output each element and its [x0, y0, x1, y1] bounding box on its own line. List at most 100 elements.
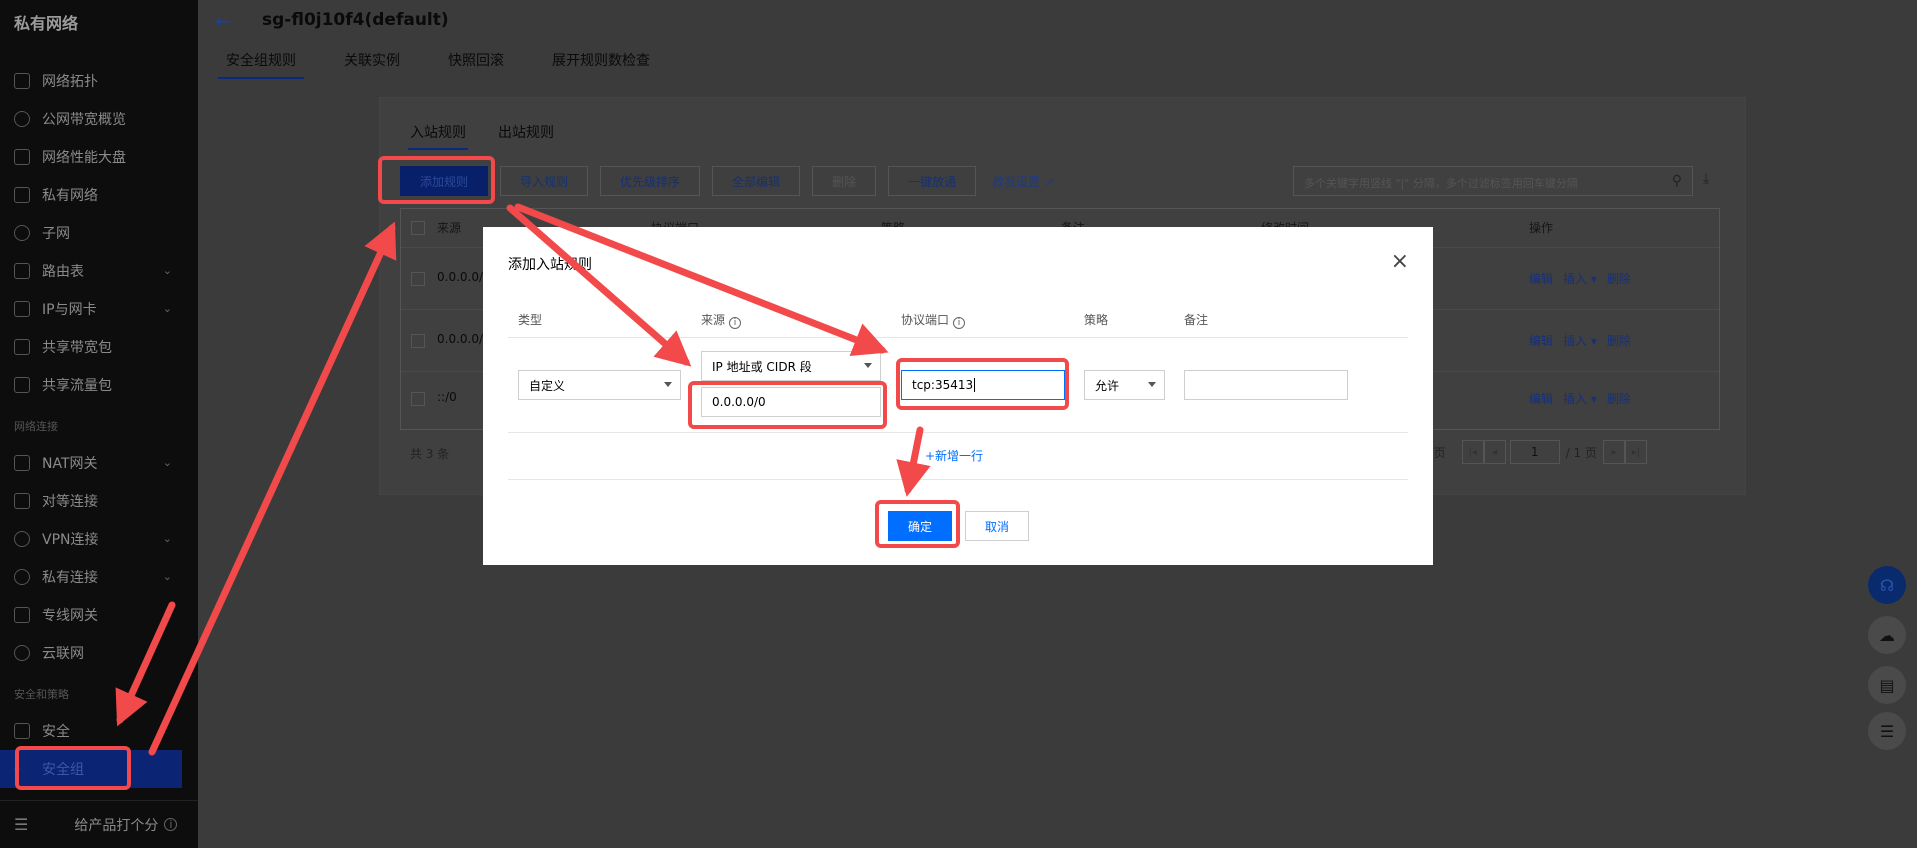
next-page-icon[interactable]: ▸	[1603, 440, 1625, 464]
one-click-open-button[interactable]: 一键放通	[888, 166, 977, 196]
tab-rule-count-check[interactable]: 展开规则数检查	[544, 48, 658, 79]
sidebar-item-vpc[interactable]: 私有网络	[0, 176, 182, 214]
cloud-icon[interactable]: ☁	[1868, 616, 1906, 654]
add-rule-button[interactable]: 添加规则	[400, 166, 489, 196]
edit-link[interactable]: 编辑	[1529, 390, 1553, 407]
sidebar-item-dashboard[interactable]: 网络性能大盘	[0, 138, 182, 176]
shared-bandwidth-icon	[14, 339, 30, 355]
tab-associated-instances[interactable]: 关联实例	[336, 48, 408, 79]
chevron-down-icon: ⌄	[162, 456, 172, 469]
column-header-actions: 操作	[1529, 221, 1554, 235]
delete-link[interactable]: 删除	[1607, 390, 1631, 407]
policy-select[interactable]: 允许	[1084, 370, 1165, 400]
row-source: ::/0	[437, 390, 457, 404]
search-icon[interactable]: ⚲	[1672, 173, 1682, 189]
private-link-icon	[14, 569, 30, 585]
source-cidr-input[interactable]: 0.0.0.0/0	[701, 387, 881, 417]
tab-outbound[interactable]: 出站规则	[496, 122, 556, 150]
sidebar-item-label: 安全组	[42, 762, 84, 778]
text-cursor	[974, 378, 976, 392]
sidebar-item-vpn[interactable]: VPN连接 ⌄	[0, 520, 182, 558]
security-group-icon	[14, 766, 20, 772]
tab-security-group-rules[interactable]: 安全组规则	[218, 48, 304, 79]
nat-gateway-icon	[14, 455, 30, 471]
select-all-checkbox[interactable]	[411, 221, 425, 235]
sidebar-item-shared-bandwidth[interactable]: 共享带宽包	[0, 328, 182, 366]
sidebar-section-network: 网络连接	[14, 420, 58, 433]
headset-icon[interactable]: ☊	[1868, 566, 1906, 604]
delete-button[interactable]: 删除	[812, 166, 877, 196]
tab-snapshot-rollback[interactable]: 快照回滚	[440, 48, 512, 79]
source-type-value: IP 地址或 CIDR 段	[712, 359, 812, 374]
row-checkbox[interactable]	[411, 272, 425, 286]
sidebar-item-direct-connect[interactable]: 专线网关	[0, 596, 182, 634]
edit-all-button[interactable]: 全部编辑	[712, 166, 801, 196]
sidebar-item-private-link[interactable]: 私有连接 ⌄	[0, 558, 182, 596]
sidebar-item-bandwidth[interactable]: 公网带宽概览	[0, 100, 182, 138]
sidebar-item-ccn[interactable]: 云联网	[0, 634, 182, 672]
sidebar-item-security-group[interactable]: 安全组	[0, 750, 182, 788]
prev-page-icon[interactable]: ◂	[1483, 440, 1506, 464]
sidebar-item-route-table[interactable]: 路由表 ⌄	[0, 252, 182, 290]
chevron-down-icon: ⌄	[162, 302, 172, 315]
back-arrow-icon[interactable]: ←	[215, 9, 232, 33]
sidebar: 私有网络 网络拓扑 公网带宽概览 网络性能大盘 私有网络 子网 路由表 ⌄ IP与…	[0, 0, 198, 848]
sidebar-item-label: 公网带宽概览	[42, 112, 126, 128]
note-input[interactable]	[1184, 370, 1348, 400]
source-type-select[interactable]: IP 地址或 CIDR 段	[701, 351, 881, 381]
row-checkbox[interactable]	[411, 334, 425, 348]
info-icon[interactable]: i	[953, 317, 966, 329]
dashboard-icon	[14, 149, 30, 165]
sidebar-item-label: 对等连接	[42, 494, 98, 510]
rate-product-link[interactable]: 给产品打个分	[74, 815, 158, 835]
import-rule-button[interactable]: 导入规则	[500, 166, 589, 196]
protocol-port-input[interactable]: tcp:35413	[901, 370, 1065, 400]
delete-link[interactable]: 删除	[1607, 270, 1631, 287]
last-page-icon[interactable]: ▸|	[1625, 440, 1647, 464]
edit-link[interactable]: 编辑	[1529, 332, 1553, 349]
divider	[508, 479, 1408, 480]
cancel-button[interactable]: 取消	[965, 511, 1029, 541]
confirm-button[interactable]: 确定	[888, 511, 952, 541]
external-link-icon: ↗	[1043, 174, 1054, 189]
delete-link[interactable]: 删除	[1607, 332, 1631, 349]
insert-link[interactable]: 插入 ▾	[1563, 390, 1597, 407]
sidebar-item-ip-nic[interactable]: IP与网卡 ⌄	[0, 290, 182, 328]
sidebar-footer[interactable]: ☰ 给产品打个分 i	[0, 800, 198, 848]
type-select[interactable]: 自定义	[518, 370, 681, 400]
chevron-down-icon	[1148, 382, 1156, 387]
insert-link[interactable]: 插入 ▾	[1563, 270, 1597, 287]
sidebar-section-security: 安全和策略	[14, 688, 69, 701]
menu-collapse-icon[interactable]: ☰	[14, 815, 28, 834]
first-page-icon[interactable]: |◂	[1461, 440, 1484, 464]
row-checkbox[interactable]	[411, 392, 425, 406]
vpn-icon	[14, 531, 30, 547]
info-icon[interactable]: i	[729, 317, 742, 329]
add-row-link[interactable]: +新增一行	[925, 447, 983, 464]
sidebar-item-peering[interactable]: 对等连接	[0, 482, 182, 520]
edit-link[interactable]: 编辑	[1529, 270, 1553, 287]
tab-inbound[interactable]: 入站规则	[408, 122, 468, 150]
sidebar-item-nat[interactable]: NAT网关 ⌄	[0, 444, 182, 482]
page-input[interactable]: 1	[1509, 440, 1560, 464]
sidebar-item-shared-traffic[interactable]: 共享流量包	[0, 366, 182, 404]
close-icon[interactable]: ×	[1391, 249, 1409, 274]
sidebar-item-subnet[interactable]: 子网	[0, 214, 182, 252]
pagination: 条 / 页 |◂ ◂ 1 / 1 页 ▸ ▸|	[1410, 440, 1647, 464]
book-icon[interactable]: ▤	[1868, 666, 1906, 704]
sidebar-item-topology[interactable]: 网络拓扑	[0, 62, 182, 100]
insert-link[interactable]: 插入 ▾	[1563, 332, 1597, 349]
row-actions: 编辑 插入 ▾ 删除	[1529, 270, 1631, 287]
tutorial-link[interactable]: 教我设置 ↗	[992, 173, 1054, 190]
pager-total: 共 3 条	[410, 447, 450, 461]
rule-search-input[interactable]: 多个关键字用竖线 "|" 分隔，多个过滤标签用回车键分隔 ⚲	[1293, 166, 1693, 196]
sidebar-item-label: 路由表	[42, 264, 84, 280]
sidebar-item-security[interactable]: 安全	[0, 712, 182, 750]
list-icon[interactable]: ☰	[1868, 712, 1906, 750]
priority-sort-button[interactable]: 优先级排序	[600, 166, 701, 196]
sidebar-item-label: 专线网关	[42, 608, 98, 624]
page-count: / 1 页	[1565, 445, 1597, 460]
sidebar-item-label: 云联网	[42, 646, 84, 662]
shared-traffic-icon	[14, 377, 30, 393]
download-icon[interactable]: ⤓	[1703, 171, 1709, 187]
